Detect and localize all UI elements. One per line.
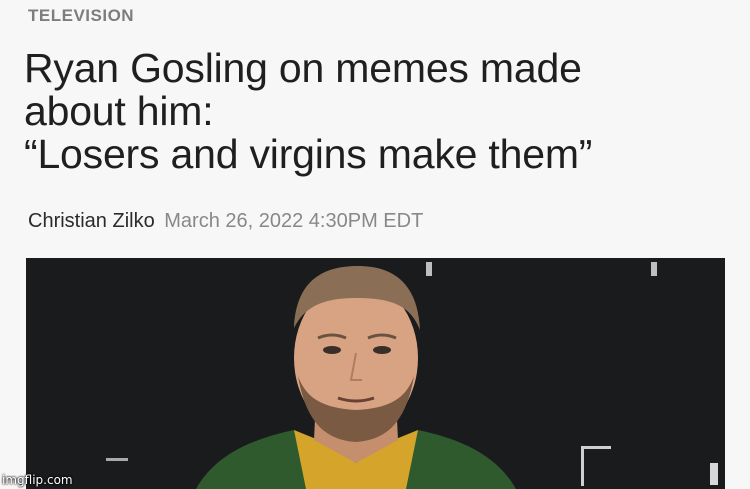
article: TELEVISION Ryan Gosling on memes made ab… (0, 0, 750, 489)
article-photo[interactable] (26, 258, 725, 489)
photo-illustration (26, 258, 725, 489)
publish-date: March 26, 2022 4:30PM EDT (164, 210, 424, 232)
category-label[interactable]: TELEVISION (28, 6, 134, 26)
author-name[interactable]: Christian Zilko (28, 210, 155, 232)
watermark: imgflip.com (2, 473, 73, 487)
headline-line-3: “Losers and virgins make them” (24, 131, 593, 177)
headline[interactable]: Ryan Gosling on memes made about him: “L… (24, 47, 742, 176)
byline: Christian Zilko March 26, 2022 4:30PM ED… (28, 210, 423, 233)
headline-line-1: Ryan Gosling on memes made (24, 45, 582, 91)
headline-line-2: about him: (24, 88, 214, 134)
